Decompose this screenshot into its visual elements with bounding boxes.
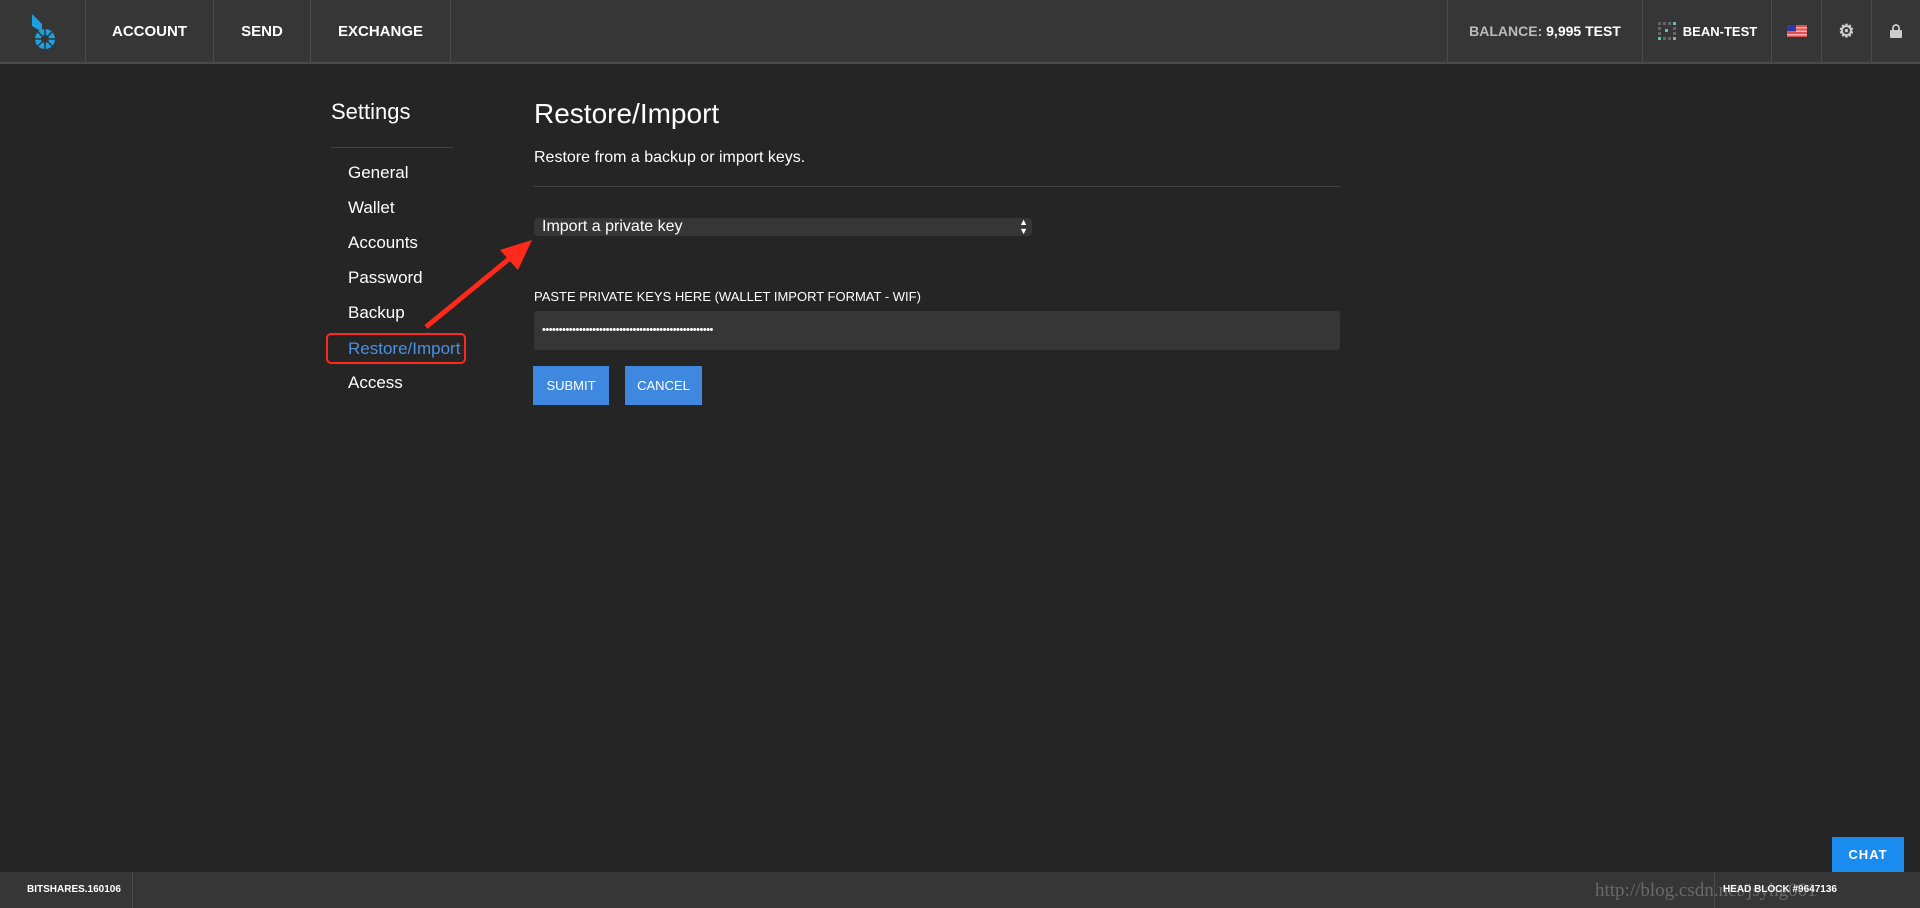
version-label: BITSHARES.160106 (0, 872, 133, 908)
top-nav: ACCOUNT SEND EXCHANGE BALANCE: 9,995 TES… (0, 0, 1920, 64)
us-flag-icon (1786, 25, 1807, 37)
lock-button[interactable] (1871, 0, 1920, 62)
import-type-select[interactable]: Import a private key ▲ ▼ (534, 218, 1032, 236)
nav-exchange[interactable]: EXCHANGE (311, 0, 451, 62)
select-arrows-icon: ▲ ▼ (1019, 217, 1028, 236)
footer: BITSHARES.160106 HEAD BLOCK #9647136 htt… (0, 872, 1920, 908)
annotation-highlight-box (326, 333, 466, 364)
sidebar-item-general[interactable]: General (348, 163, 408, 183)
account-menu[interactable]: BEAN-TEST (1642, 0, 1771, 62)
cancel-button[interactable]: CANCEL (625, 366, 702, 405)
sidebar-item-accounts[interactable]: Accounts (348, 233, 418, 253)
balance-label: BALANCE: (1469, 23, 1543, 39)
language-button[interactable] (1771, 0, 1821, 62)
balance-value: 9,995 TEST (1546, 23, 1621, 39)
nav-account[interactable]: ACCOUNT (86, 0, 214, 62)
select-value: Import a private key (542, 218, 683, 235)
sidebar-item-backup[interactable]: Backup (348, 303, 405, 323)
chat-button[interactable]: CHAT (1832, 837, 1904, 872)
sidebar-item-access[interactable]: Access (348, 373, 403, 393)
page-subtitle: Restore from a backup or import keys. (534, 149, 806, 166)
nav-send[interactable]: SEND (214, 0, 311, 62)
account-name: BEAN-TEST (1682, 23, 1758, 39)
annotation-arrow (424, 240, 532, 329)
title-divider (534, 186, 1340, 187)
sidebar-item-password[interactable]: Password (348, 268, 423, 288)
bitshares-logo[interactable] (0, 0, 86, 62)
logo-icon (31, 14, 55, 49)
sidebar-divider (331, 147, 453, 148)
identicon-icon (1657, 22, 1676, 40)
settings-gear-icon[interactable]: ⚙ (1821, 0, 1871, 62)
private-key-input[interactable]: ••••••••••••••••••••••••••••••••••••••••… (534, 311, 1340, 350)
sidebar-item-wallet[interactable]: Wallet (348, 198, 395, 218)
settings-title: Settings (331, 99, 411, 124)
private-key-label: PASTE PRIVATE KEYS HERE (WALLET IMPORT F… (534, 289, 921, 304)
balance[interactable]: BALANCE: 9,995 TEST (1447, 0, 1642, 62)
submit-button[interactable]: SUBMIT (533, 366, 609, 405)
page-title: Restore/Import (534, 98, 720, 129)
lock-icon (1890, 24, 1902, 38)
watermark: http://blog.csdn.net/jsyhg001 (1595, 880, 1817, 901)
